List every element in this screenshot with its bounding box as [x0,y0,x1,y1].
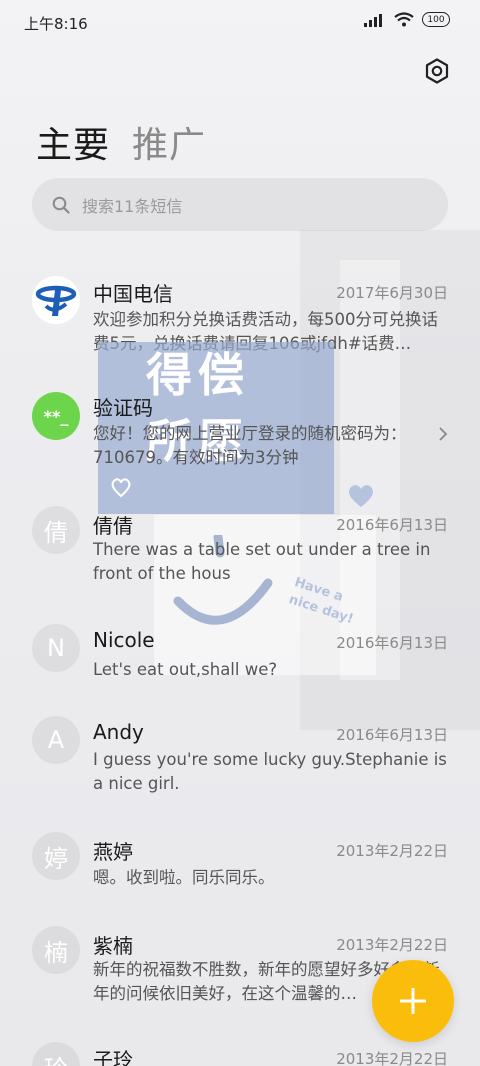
tab-main[interactable]: 主要 [36,116,110,168]
message-date: 2016年6月13日 [336,516,448,534]
search-bar[interactable]: 搜索11条短信 [32,178,448,231]
sender-name: 子玲 [93,1048,133,1066]
avatar: 玲 [32,1042,80,1066]
list-item[interactable]: **_ 验证码 您好！您的网上营业厅登录的随机密码为：710679。有效时间为3… [0,386,480,482]
new-message-button[interactable] [372,960,454,1042]
message-preview: Let's eat out,shall we? [93,660,278,679]
sender-name: 燕婷 [93,840,133,864]
avatar: N [32,624,80,672]
message-date: 2013年2月22日 [336,842,448,860]
message-preview: I guess you're some lucky guy.Stephanie … [93,750,447,793]
message-date: 2017年6月30日 [336,284,448,302]
wifi-icon [394,12,414,27]
message-date: 2013年2月22日 [336,936,448,954]
search-placeholder: 搜索11条短信 [82,196,183,216]
avatar: **_ [32,392,80,440]
avatar: 婷 [32,832,80,880]
message-preview: 您好！您的网上营业厅登录的随机密码为：710679。有效时间为3分钟 [93,424,407,467]
avatar: A [32,716,80,764]
sender-name: Andy [93,720,144,744]
message-preview: There was a table set out under a tree i… [93,540,431,583]
list-item[interactable]: 婷 燕婷 2013年2月22日 嗯。收到啦。同乐同乐。 [0,832,480,922]
plus-icon [400,988,426,1014]
list-item[interactable]: N Nicole 2016年6月13日 Let's eat out,shall … [0,622,480,712]
list-item[interactable]: A Andy 2016年6月13日 I guess you're some lu… [0,714,480,824]
tab-bar: 主要 推广 [36,116,206,168]
list-item[interactable]: 倩 倩倩 2016年6月13日 There was a table set ou… [0,504,480,616]
signal-icon [364,13,382,27]
sender-name: 中国电信 [93,282,173,306]
battery-icon: 100 [422,12,450,27]
tab-promotions[interactable]: 推广 [132,116,206,168]
avatar: 倩 [32,506,80,554]
avatar: 楠 [32,926,80,974]
status-bar: 上午8:16 100 [0,0,480,46]
chevron-right-icon[interactable] [438,426,448,442]
sender-name: 紫楠 [93,934,133,958]
sender-name: 验证码 [93,396,153,420]
message-preview: 嗯。收到啦。同乐同乐。 [93,868,275,887]
list-item[interactable]: 玲 子玲 2013年2月22日 [0,1040,480,1066]
search-icon [52,196,70,214]
message-date: 2016年6月13日 [336,634,448,652]
china-telecom-logo [32,276,80,324]
sender-name: 倩倩 [93,514,133,538]
settings-icon[interactable] [424,58,450,84]
status-time: 上午8:16 [24,15,88,33]
avatar [32,276,80,324]
message-date: 2013年2月22日 [336,1050,448,1066]
sender-name: Nicole [93,628,155,652]
message-date: 2016年6月13日 [336,726,448,744]
